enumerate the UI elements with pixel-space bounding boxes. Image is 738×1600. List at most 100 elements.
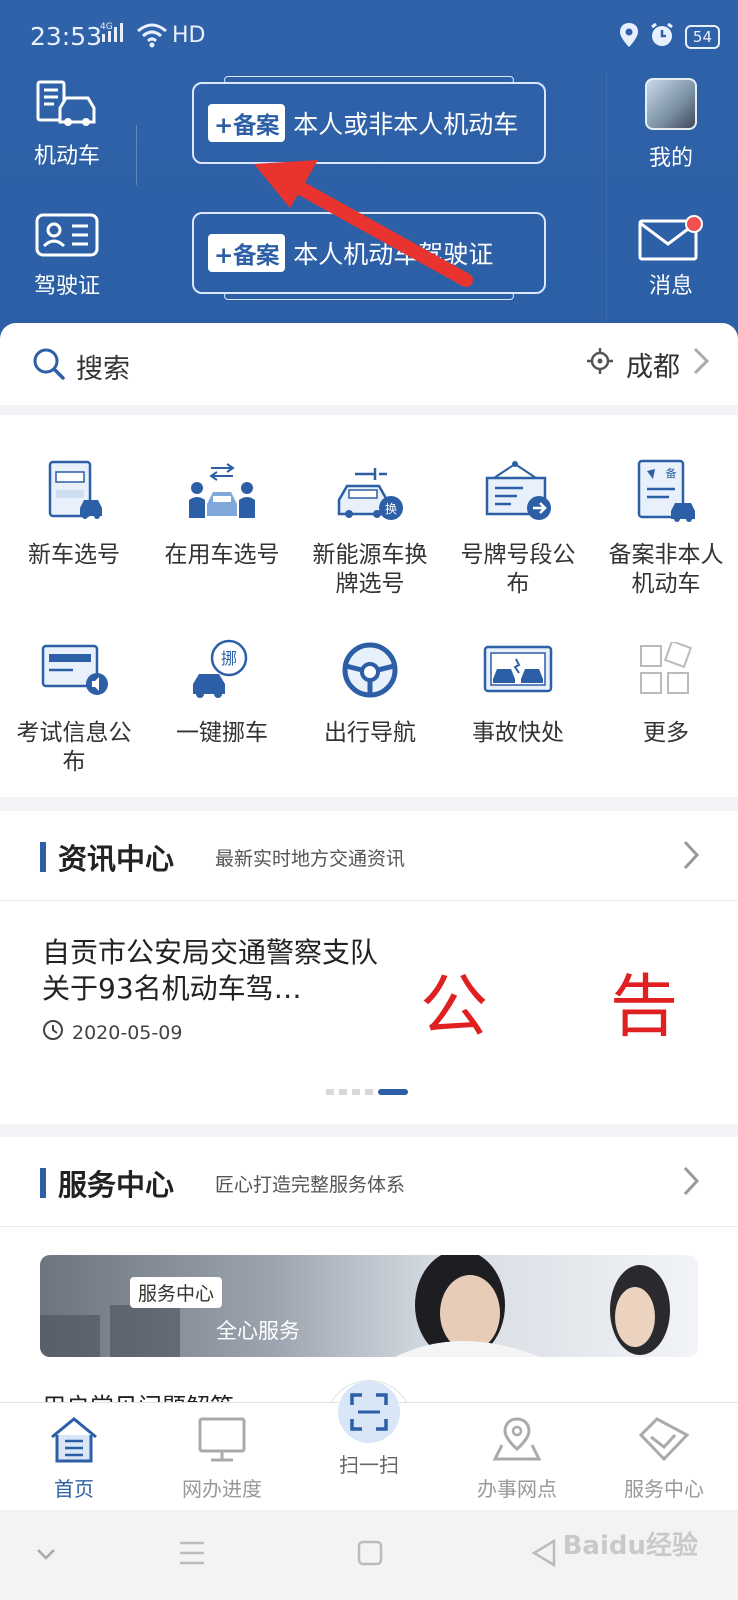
service-label: 备案非本人机动车 (608, 542, 724, 597)
tab-label: 办事网点 (477, 1477, 557, 1501)
chevron-right-icon (692, 346, 710, 383)
chevron-right-icon[interactable] (682, 839, 700, 875)
wifi-icon (136, 22, 168, 52)
menu-icon[interactable] (178, 1540, 206, 1570)
service-center-subtitle: 匠心打造完整服务体系 (215, 1174, 406, 1196)
service-label: 考试信息公布 (16, 720, 132, 775)
tab-service-center[interactable]: 服务中心 (590, 1415, 738, 1502)
register-vehicle-banner[interactable]: +备案 本人或非本人机动车 (192, 76, 546, 164)
city-selector[interactable]: 成都 (586, 345, 710, 384)
notice-board-icon (444, 455, 592, 529)
register-vehicle-text: 本人或非本人机动车 (293, 110, 519, 139)
news-title: 资讯中心 (58, 842, 175, 876)
tab-service-points[interactable]: 办事网点 (443, 1415, 591, 1502)
license-tile[interactable]: 驾驶证 (2, 212, 132, 300)
service-new-car-plate[interactable]: 新车选号 (0, 455, 148, 633)
ev-car-swap-icon: 换 (296, 455, 444, 529)
monitor-icon (197, 1417, 247, 1467)
service-center-title: 服务中心 (58, 1168, 175, 1202)
section-accent-bar (40, 842, 46, 872)
svg-text:换: 换 (385, 502, 397, 516)
service-register-vehicle[interactable]: 备 备案非本人机动车 (592, 455, 738, 633)
date-text: 2020-05-09 (72, 1021, 183, 1044)
service-label: 在用车选号 (164, 542, 280, 568)
news-item-title: 自贡市公安局交通警察支队关于93名机动车驾… (42, 936, 379, 1005)
news-subtitle: 最新实时地方交通资讯 (215, 848, 406, 870)
service-accident[interactable]: 事故快处 (444, 633, 592, 823)
status-time: 23:53 (30, 22, 103, 51)
carousel-dot (365, 1089, 373, 1095)
tab-scan[interactable]: 扫一扫 (295, 1381, 443, 1478)
clock-icon (42, 1019, 64, 1046)
tab-label: 网办进度 (182, 1477, 262, 1501)
chevron-right-icon[interactable] (682, 1165, 700, 1201)
map-pin-icon (492, 1417, 542, 1467)
service-label: 号牌号段公布 (460, 542, 576, 597)
register-license-text: 本人机动车驾驶证 (293, 240, 494, 269)
steering-wheel-icon (296, 633, 444, 707)
service-navigation[interactable]: 出行导航 (296, 633, 444, 823)
service-label: 更多 (643, 720, 689, 746)
chevron-down-icon[interactable] (36, 1546, 56, 1565)
register-tag: +备案 (208, 234, 286, 272)
carousel-dot (339, 1089, 347, 1095)
tab-label: 服务中心 (624, 1477, 704, 1501)
id-card-icon (34, 213, 100, 262)
banner-deco (224, 76, 514, 84)
locate-icon (586, 347, 614, 382)
carousel-dot (352, 1089, 360, 1095)
service-plate-notice[interactable]: 号牌号段公布 (444, 455, 592, 633)
service-car-owners[interactable]: 在用车选号 (148, 455, 296, 633)
car-owners-icon (148, 455, 296, 529)
baidu-watermark: Baidu经验 (562, 1531, 698, 1561)
vehicle-doc-icon (34, 80, 100, 132)
poster-char-2: 告 (610, 968, 679, 1047)
header: 23:53 4G HD 54 机动车 驾驶证 +备案 本人或非本人机动车 +备案… (0, 0, 738, 345)
service-banner[interactable]: 服务中心 全心服务 (40, 1255, 698, 1357)
register-license-banner[interactable]: +备案 本人机动车驾驶证 (192, 212, 546, 300)
home-button-icon[interactable] (357, 1540, 383, 1570)
tab-label: 扫一扫 (339, 1453, 399, 1477)
exam-info-icon (0, 633, 148, 707)
search-icon (32, 347, 66, 385)
tab-home[interactable]: 首页 (0, 1415, 148, 1502)
registration-doc-icon: 备 (592, 455, 738, 529)
news-section: 资讯中心 最新实时地方交通资讯 自贡市公安局交通警察支队关于93名机动车驾… 2… (0, 811, 738, 1124)
service-label: 事故快处 (472, 720, 564, 746)
service-ev-swap[interactable]: 换 新能源车换牌选号 (296, 455, 444, 633)
header-divider-right (606, 70, 607, 330)
location-icon (619, 22, 639, 52)
svg-text:挪: 挪 (221, 649, 237, 668)
vehicle-label: 机动车 (33, 144, 100, 169)
service-label: 新车选号 (28, 542, 120, 568)
city-name: 成都 (626, 352, 680, 383)
profile-tile[interactable]: 我的 (610, 76, 732, 176)
svg-text:备: 备 (666, 466, 677, 480)
vehicle-tile[interactable]: 机动车 (2, 80, 132, 170)
service-more[interactable]: 更多 (592, 633, 738, 823)
back-icon[interactable] (530, 1538, 558, 1572)
news-item-date: 2020-05-09 (42, 1019, 182, 1046)
service-move-car[interactable]: 挪 一键挪车 (148, 633, 296, 823)
handshake-icon (637, 1417, 691, 1467)
service-exam-info[interactable]: 考试信息公布 (0, 633, 148, 823)
carousel-indicator (326, 1089, 408, 1095)
carousel-dot (326, 1089, 334, 1095)
svg-text:4G: 4G (100, 22, 113, 32)
banner-deco (224, 292, 514, 300)
messages-tile[interactable]: 消息 (610, 214, 732, 304)
messages-label: 消息 (648, 274, 693, 299)
search-bar[interactable]: 搜索 成都 (0, 323, 738, 405)
poster-char-1: 公 (420, 968, 489, 1047)
news-header[interactable]: 资讯中心 最新实时地方交通资讯 (0, 811, 738, 901)
service-center-header[interactable]: 服务中心 匠心打造完整服务体系 (0, 1137, 738, 1227)
profile-label: 我的 (648, 146, 693, 171)
network-icon: 4G (100, 20, 126, 49)
status-bar: 23:53 4G HD 54 (0, 0, 738, 72)
service-label: 新能源车换牌选号 (312, 542, 428, 597)
section-accent-bar (40, 1168, 46, 1198)
search-input[interactable]: 搜索 (76, 347, 130, 386)
new-car-plate-icon (0, 455, 148, 529)
alarm-icon (649, 22, 675, 52)
tab-progress[interactable]: 网办进度 (148, 1415, 296, 1502)
